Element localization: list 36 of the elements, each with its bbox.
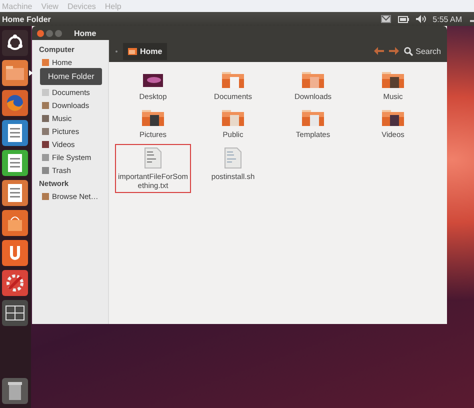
clock[interactable]: 5:55 AM: [432, 14, 462, 24]
launcher-tooltip: Home Folder: [40, 68, 102, 85]
writer-launcher-icon[interactable]: [2, 120, 28, 146]
window-title: Home: [74, 28, 96, 38]
folder-icon: [141, 109, 165, 127]
settings-launcher-icon[interactable]: [2, 270, 28, 296]
folder-icon: [221, 109, 245, 127]
search-button[interactable]: Search: [404, 46, 441, 56]
folder-icon: [301, 109, 325, 127]
document-icon: [224, 147, 242, 169]
impress-launcher-icon[interactable]: [2, 180, 28, 206]
dot-icon: [115, 50, 118, 52]
minimize-button[interactable]: [46, 30, 53, 36]
folder-icon: [381, 71, 405, 89]
ubuntu-launcher-icon[interactable]: [2, 30, 28, 56]
firefox-launcher-icon[interactable]: [2, 90, 28, 116]
folder-icon: [128, 47, 137, 55]
folder-icon: [381, 109, 405, 127]
battery-icon[interactable]: [398, 16, 409, 22]
volume-icon[interactable]: [416, 15, 426, 23]
search-icon: [404, 46, 413, 56]
trash-launcher-icon[interactable]: [2, 378, 28, 404]
workspaces-launcher-icon[interactable]: [2, 300, 28, 326]
maximize-button[interactable]: [55, 30, 62, 36]
folder-icon: [301, 71, 325, 89]
location-button[interactable]: Home: [123, 42, 168, 60]
folder-icon: [221, 71, 245, 89]
mail-icon[interactable]: [380, 15, 391, 23]
calc-launcher-icon[interactable]: [2, 150, 28, 176]
panel-title: Home Folder: [2, 14, 51, 24]
wallpaper-icon: [142, 71, 164, 89]
forward-arrow-icon[interactable]: [388, 47, 399, 55]
ubuntuone-launcher-icon[interactable]: [2, 240, 28, 266]
close-button[interactable]: [37, 30, 44, 36]
document-icon: [144, 147, 162, 169]
back-arrow-icon[interactable]: [374, 47, 384, 55]
